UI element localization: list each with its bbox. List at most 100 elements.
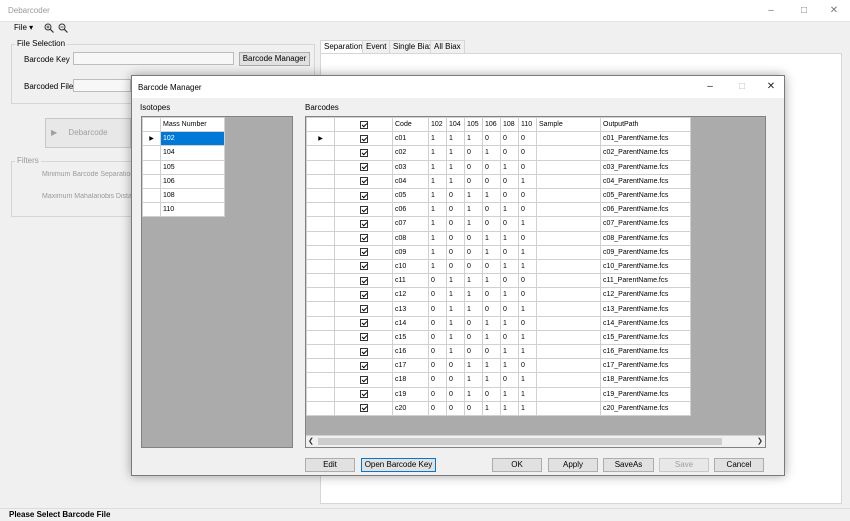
code-cell[interactable]: c03 <box>392 159 429 175</box>
output-path-cell[interactable]: c10_ParentName.fcs <box>600 258 691 275</box>
bit-cell[interactable]: 0 <box>500 131 519 147</box>
output-path-header[interactable]: OutputPath <box>600 117 691 133</box>
output-path-cell[interactable]: c08_ParentName.fcs <box>600 230 691 246</box>
row-header[interactable] <box>306 358 335 374</box>
bit-cell[interactable]: 0 <box>446 244 465 260</box>
barcode-row[interactable]: ▶ c01 1 1 1 0 0 0 c01_ParentName.fcs <box>306 131 691 147</box>
col-108-header[interactable]: 108 <box>500 117 519 133</box>
include-checkbox[interactable] <box>334 145 393 161</box>
include-checkbox[interactable] <box>334 386 393 402</box>
bit-cell[interactable]: 0 <box>464 159 483 175</box>
barcode-row[interactable]: c08 1 0 0 1 1 0 c08_ParentName.fcs <box>306 230 691 246</box>
bit-cell[interactable]: 1 <box>428 131 447 147</box>
bit-cell[interactable]: 0 <box>482 258 501 275</box>
isotope-row[interactable]: 106 <box>142 173 225 189</box>
code-cell[interactable]: c07 <box>392 216 429 232</box>
barcode-row[interactable]: c05 1 0 1 1 0 0 c05_ParentName.fcs <box>306 187 691 204</box>
code-cell[interactable]: c01 <box>392 131 429 147</box>
sample-cell[interactable] <box>536 187 601 204</box>
row-header[interactable]: ▶ <box>306 131 335 147</box>
code-cell[interactable]: c06 <box>392 202 429 218</box>
bit-cell[interactable]: 1 <box>428 230 447 246</box>
tab-event[interactable]: Event <box>362 40 391 53</box>
include-checkbox[interactable] <box>334 173 393 189</box>
bit-cell[interactable]: 1 <box>500 343 519 360</box>
row-header[interactable] <box>306 244 335 260</box>
bit-cell[interactable]: 1 <box>518 372 537 388</box>
bit-cell[interactable]: 1 <box>500 202 519 218</box>
output-path-cell[interactable]: c19_ParentName.fcs <box>600 386 691 402</box>
bit-cell[interactable]: 0 <box>500 216 519 232</box>
bit-cell[interactable]: 1 <box>446 145 465 161</box>
bit-cell[interactable]: 0 <box>518 230 537 246</box>
barcode-row[interactable]: c03 1 1 0 0 1 0 c03_ParentName.fcs <box>306 159 691 175</box>
sample-cell[interactable] <box>536 372 601 388</box>
bit-cell[interactable]: 1 <box>428 159 447 175</box>
include-checkbox[interactable] <box>334 400 393 416</box>
zoom-in-icon[interactable] <box>44 23 54 34</box>
include-checkbox[interactable] <box>334 273 393 289</box>
scroll-left-icon[interactable]: ❮ <box>308 437 314 445</box>
bit-cell[interactable]: 1 <box>482 145 501 161</box>
row-header[interactable] <box>142 159 161 175</box>
row-header[interactable] <box>142 173 161 189</box>
scroll-thumb[interactable] <box>318 438 722 445</box>
barcode-row[interactable]: c06 1 0 1 0 1 0 c06_ParentName.fcs <box>306 202 691 218</box>
barcode-row[interactable]: c17 0 0 1 1 1 0 c17_ParentName.fcs <box>306 358 691 374</box>
bit-cell[interactable]: 1 <box>518 301 537 317</box>
sample-cell[interactable] <box>536 287 601 303</box>
output-path-cell[interactable]: c05_ParentName.fcs <box>600 187 691 204</box>
bit-cell[interactable]: 0 <box>464 329 483 346</box>
scroll-right-icon[interactable]: ❯ <box>757 437 763 445</box>
barcode-manager-button[interactable]: Barcode Manager <box>239 52 310 66</box>
row-header[interactable] <box>306 145 335 161</box>
save-button[interactable]: Save <box>659 458 709 472</box>
horizontal-scrollbar[interactable]: ❮ ❯ <box>306 435 765 447</box>
bit-cell[interactable]: 1 <box>518 258 537 275</box>
bit-cell[interactable]: 0 <box>446 202 465 218</box>
code-cell[interactable]: c20 <box>392 400 429 416</box>
apply-button[interactable]: Apply <box>548 458 598 472</box>
barcode-row[interactable]: c15 0 1 0 1 0 1 c15_ParentName.fcs <box>306 329 691 346</box>
bit-cell[interactable]: 1 <box>428 173 447 189</box>
bit-cell[interactable]: 0 <box>500 301 519 317</box>
bit-cell[interactable]: 0 <box>482 343 501 360</box>
code-cell[interactable]: c16 <box>392 343 429 360</box>
output-path-cell[interactable]: c18_ParentName.fcs <box>600 372 691 388</box>
sample-cell[interactable] <box>536 131 601 147</box>
barcodes-grid[interactable]: Code 102 104 105 106 108 110 Sample Outp… <box>305 116 766 448</box>
bit-cell[interactable]: 0 <box>482 131 501 147</box>
col-104-header[interactable]: 104 <box>446 117 465 133</box>
bit-cell[interactable]: 1 <box>482 187 501 204</box>
bit-cell[interactable]: 1 <box>482 329 501 346</box>
barcode-row[interactable]: c14 0 1 0 1 1 0 c14_ParentName.fcs <box>306 315 691 331</box>
include-checkbox[interactable] <box>334 343 393 360</box>
code-cell[interactable]: c09 <box>392 244 429 260</box>
include-checkbox[interactable] <box>334 230 393 246</box>
isotope-row[interactable]: 105 <box>142 159 225 175</box>
tab-all-biax[interactable]: All Biax <box>430 40 465 53</box>
isotope-row[interactable]: 110 <box>142 202 225 218</box>
bit-cell[interactable]: 0 <box>500 145 519 161</box>
bit-cell[interactable]: 0 <box>446 358 465 374</box>
bit-cell[interactable]: 1 <box>446 131 465 147</box>
bit-cell[interactable]: 0 <box>446 258 465 275</box>
bit-cell[interactable]: 0 <box>518 273 537 289</box>
include-checkbox[interactable] <box>334 315 393 331</box>
code-cell[interactable]: c19 <box>392 386 429 402</box>
bit-cell[interactable]: 0 <box>500 372 519 388</box>
bit-cell[interactable]: 1 <box>500 159 519 175</box>
bit-cell[interactable]: 0 <box>446 386 465 402</box>
include-checkbox[interactable] <box>334 216 393 232</box>
bit-cell[interactable]: 1 <box>464 216 483 232</box>
mass-number-cell[interactable]: 110 <box>160 202 225 218</box>
output-path-cell[interactable]: c13_ParentName.fcs <box>600 301 691 317</box>
bit-cell[interactable]: 1 <box>428 258 447 275</box>
minimize-icon[interactable]: – <box>764 4 778 18</box>
bit-cell[interactable]: 0 <box>428 386 447 402</box>
isotopes-grid[interactable]: Mass Number ▶ 102 104 105 106 108 110 <box>141 116 293 448</box>
bit-cell[interactable]: 0 <box>518 187 537 204</box>
menu-file[interactable]: File ▾ <box>14 23 33 32</box>
bit-cell[interactable]: 1 <box>428 202 447 218</box>
code-cell[interactable]: c02 <box>392 145 429 161</box>
